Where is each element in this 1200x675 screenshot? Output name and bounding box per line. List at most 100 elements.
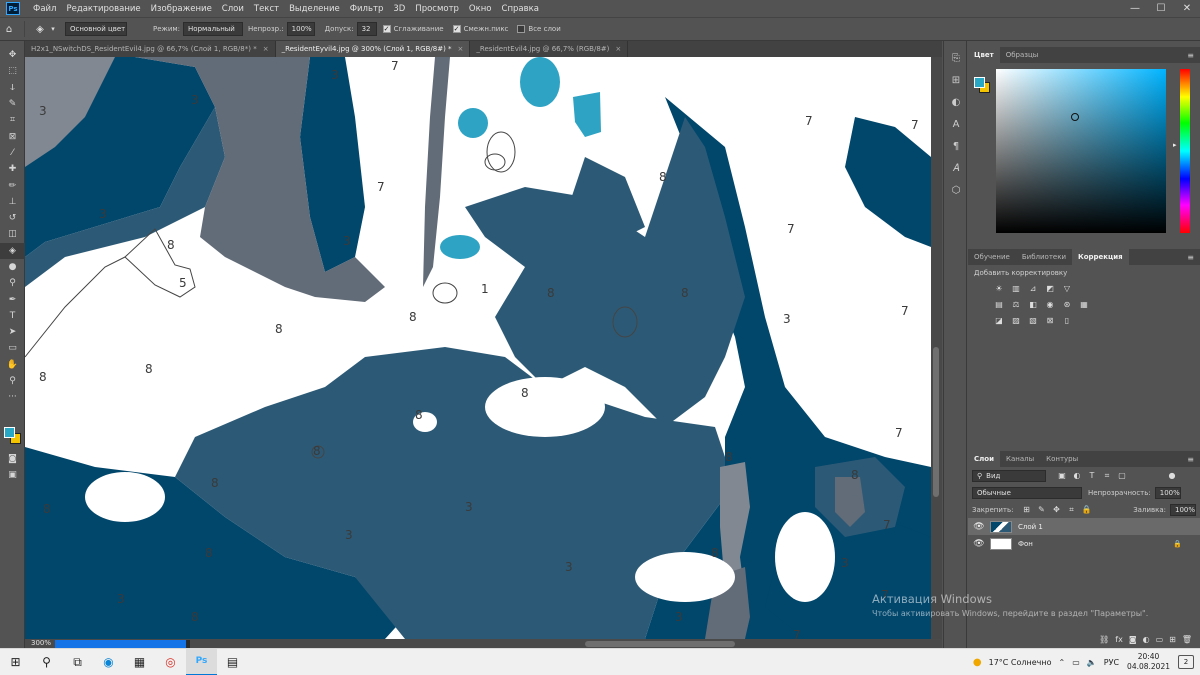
language-indicator[interactable]: РУС [1104,658,1119,667]
exposure-icon[interactable]: ◩ [1043,282,1057,294]
menu-window[interactable]: Окно [464,4,497,14]
photo-filter-icon[interactable]: ◉ [1043,298,1057,310]
paragraph-panel-icon[interactable]: ¶ [944,135,968,157]
black-white-icon[interactable]: ◧ [1026,298,1040,310]
shape-tool-icon[interactable]: ▭ [0,340,25,356]
lock-position-icon[interactable]: ✥ [1050,504,1062,516]
calculator-icon[interactable]: ▦ [124,649,155,675]
lock-transparency-icon[interactable]: ⊞ [1020,504,1032,516]
blur-tool-icon[interactable]: ● [0,259,25,275]
adjustment-layer-icon[interactable]: ◐ [1143,635,1150,644]
tab-channels[interactable]: Каналы [1000,451,1040,467]
task-view-icon[interactable]: ⧉ [62,649,93,675]
opacity-input[interactable]: 100% [286,22,315,36]
color-lookup-icon[interactable]: ▦ [1077,298,1091,310]
shape-filter-icon[interactable]: ⌗ [1101,470,1113,482]
hue-slider-arrow-icon[interactable]: ▸ [1173,141,1177,149]
tab-paths[interactable]: Контуры [1040,451,1084,467]
close-icon[interactable]: × [263,45,269,53]
close-icon[interactable]: × [458,45,464,53]
lock-artboard-icon[interactable]: ⌗ [1065,504,1077,516]
weather-text[interactable]: 17°C Солнечно [989,658,1052,667]
menu-3d[interactable]: 3D [388,4,410,14]
pen-tool-icon[interactable]: ✒ [0,291,25,307]
marquee-tool-icon[interactable]: ⬚ [0,63,25,79]
character-panel-icon[interactable]: A [944,113,968,135]
layer-row[interactable]: 👁 Фон 🔒 [968,535,1200,552]
menu-file[interactable]: Файл [28,4,61,14]
panel-menu-icon[interactable]: ≡ [1187,51,1194,60]
glyphs-panel-icon[interactable]: 𝐴 [944,157,968,179]
photoshop-taskbar-icon[interactable]: Ps [186,648,217,675]
screen-mode-icon[interactable]: ▣ [0,467,25,483]
fill-source-select[interactable]: Основной цвет [65,22,127,36]
healing-brush-tool-icon[interactable]: ✚ [0,161,25,177]
blend-mode-select[interactable]: Обычные [972,486,1082,499]
menu-type[interactable]: Текст [249,4,284,14]
lasso-tool-icon[interactable]: ↆ [0,80,25,96]
brush-tool-icon[interactable]: ✏ [0,177,25,193]
tray-overflow-icon[interactable]: ⌃ [1059,658,1066,667]
volume-icon[interactable]: 🔈 [1087,658,1097,667]
delete-layer-icon[interactable]: 🗑 [1182,635,1192,644]
quick-mask-icon[interactable]: ◙ [0,451,25,467]
menu-help[interactable]: Справка [497,4,544,14]
tab-libraries[interactable]: Библиотеки [1016,249,1072,265]
channel-mixer-icon[interactable]: ⊛ [1060,298,1074,310]
file-explorer-icon[interactable]: ▤ [217,649,248,675]
network-icon[interactable]: ▭ [1072,658,1080,667]
move-tool-icon[interactable]: ✥ [0,47,25,63]
tab-adjustments[interactable]: Коррекция [1072,249,1129,265]
search-icon[interactable]: ⚲ [31,649,62,675]
eye-icon[interactable]: 👁 [972,539,986,549]
tab-learn[interactable]: Обучение [968,249,1016,265]
filter-toggle-icon[interactable]: ● [1166,470,1178,482]
document-canvas[interactable]: 7 3 3 3 3 3 7 8 8 8 5 1 8 8 8 7 7 7 7 7 … [25,57,931,639]
posterize-icon[interactable]: ▨ [1009,314,1023,326]
3d-panel-icon[interactable]: ⬡ [944,179,968,201]
hue-saturation-icon[interactable]: ▤ [992,298,1006,310]
foreground-color-swatch[interactable] [4,427,15,438]
horizontal-scrollbar-thumb[interactable] [585,641,735,647]
menu-view[interactable]: Просмотр [410,4,464,14]
layer-name[interactable]: Слой 1 [1018,523,1043,531]
type-filter-icon[interactable]: T [1086,470,1098,482]
weather-icon[interactable]: ● [973,657,982,668]
pixel-filter-icon[interactable]: ▣ [1056,470,1068,482]
lock-all-icon[interactable]: 🔒 [1080,504,1092,516]
maximize-button[interactable]: ☐ [1148,0,1174,17]
paint-bucket-tool-icon[interactable]: ◈ [0,242,25,259]
color-field[interactable] [996,69,1166,233]
quick-select-tool-icon[interactable]: ✎ [0,96,25,112]
fill-input[interactable]: 100% [1170,503,1196,516]
color-swatches[interactable] [4,427,22,445]
adjustment-filter-icon[interactable]: ◐ [1071,470,1083,482]
tab-document-1[interactable]: H2x1_NSwitchDS_ResidentEvil4.jpg @ 66,7%… [25,41,276,57]
eraser-tool-icon[interactable]: ◫ [0,226,25,242]
eye-icon[interactable]: 👁 [972,522,986,532]
group-icon[interactable]: ▭ [1156,635,1164,644]
minimize-button[interactable]: — [1122,0,1148,17]
invert-icon[interactable]: ◪ [992,314,1006,326]
clone-stamp-tool-icon[interactable]: ⊥ [0,194,25,210]
history-panel-icon[interactable]: ⎘ [944,47,968,69]
paint-bucket-icon[interactable]: ◈ [31,21,49,37]
edge-browser-icon[interactable]: ◉ [93,649,124,675]
lock-paint-icon[interactable]: ✎ [1035,504,1047,516]
tolerance-input[interactable]: 32 [356,22,377,36]
menu-select[interactable]: Выделение [284,4,345,14]
brightness-icon[interactable]: ☀ [992,282,1006,294]
layer-name[interactable]: Фон [1018,540,1033,548]
tab-document-2[interactable]: _ResidentEyvil4.jpg @ 300% (Слой 1, RGB/… [275,41,471,57]
mode-select[interactable]: Нормальный [183,22,244,36]
layer-opacity-input[interactable]: 100% [1154,486,1181,499]
zoom-tool-icon[interactable]: ⚲ [0,373,25,389]
history-brush-tool-icon[interactable]: ↺ [0,210,25,226]
hand-tool-icon[interactable]: ✋ [0,357,25,373]
panel-menu-icon[interactable]: ≡ [1187,455,1194,464]
menu-image[interactable]: Изображение [146,4,217,14]
layer-row[interactable]: 👁 Слой 1 [968,518,1200,535]
tab-color[interactable]: Цвет [968,47,1000,63]
antialias-checkbox[interactable]: ✓ [382,25,391,33]
home-icon[interactable]: ⌂ [0,21,18,37]
